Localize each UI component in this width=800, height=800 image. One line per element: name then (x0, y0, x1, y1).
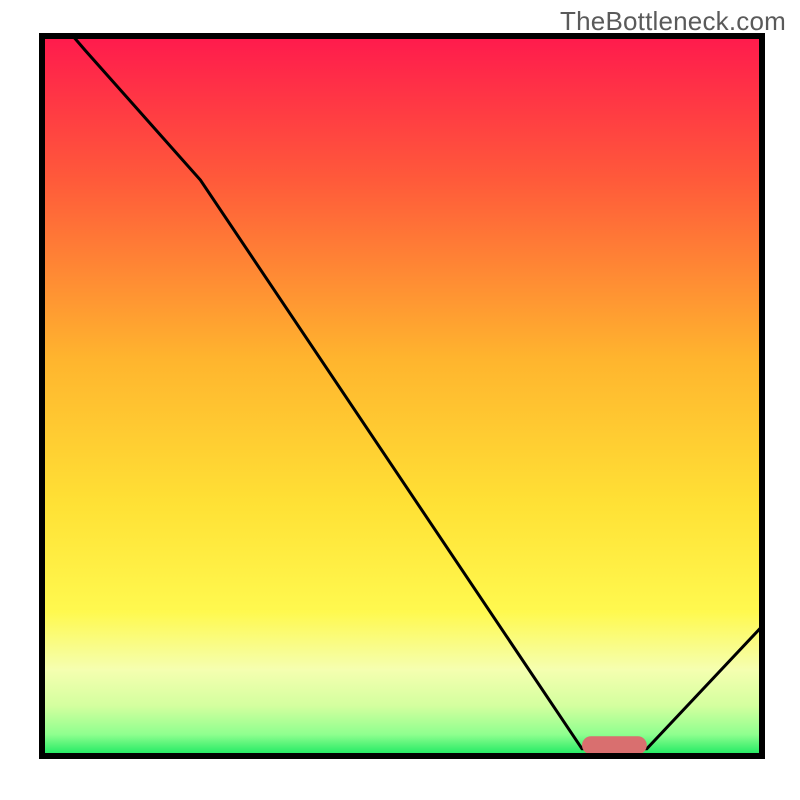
chart-container: TheBottleneck.com (0, 0, 800, 800)
plot-background (42, 36, 762, 756)
bottleneck-chart (0, 0, 800, 800)
watermark-label: TheBottleneck.com (560, 6, 786, 37)
optimal-range-marker (582, 736, 647, 754)
